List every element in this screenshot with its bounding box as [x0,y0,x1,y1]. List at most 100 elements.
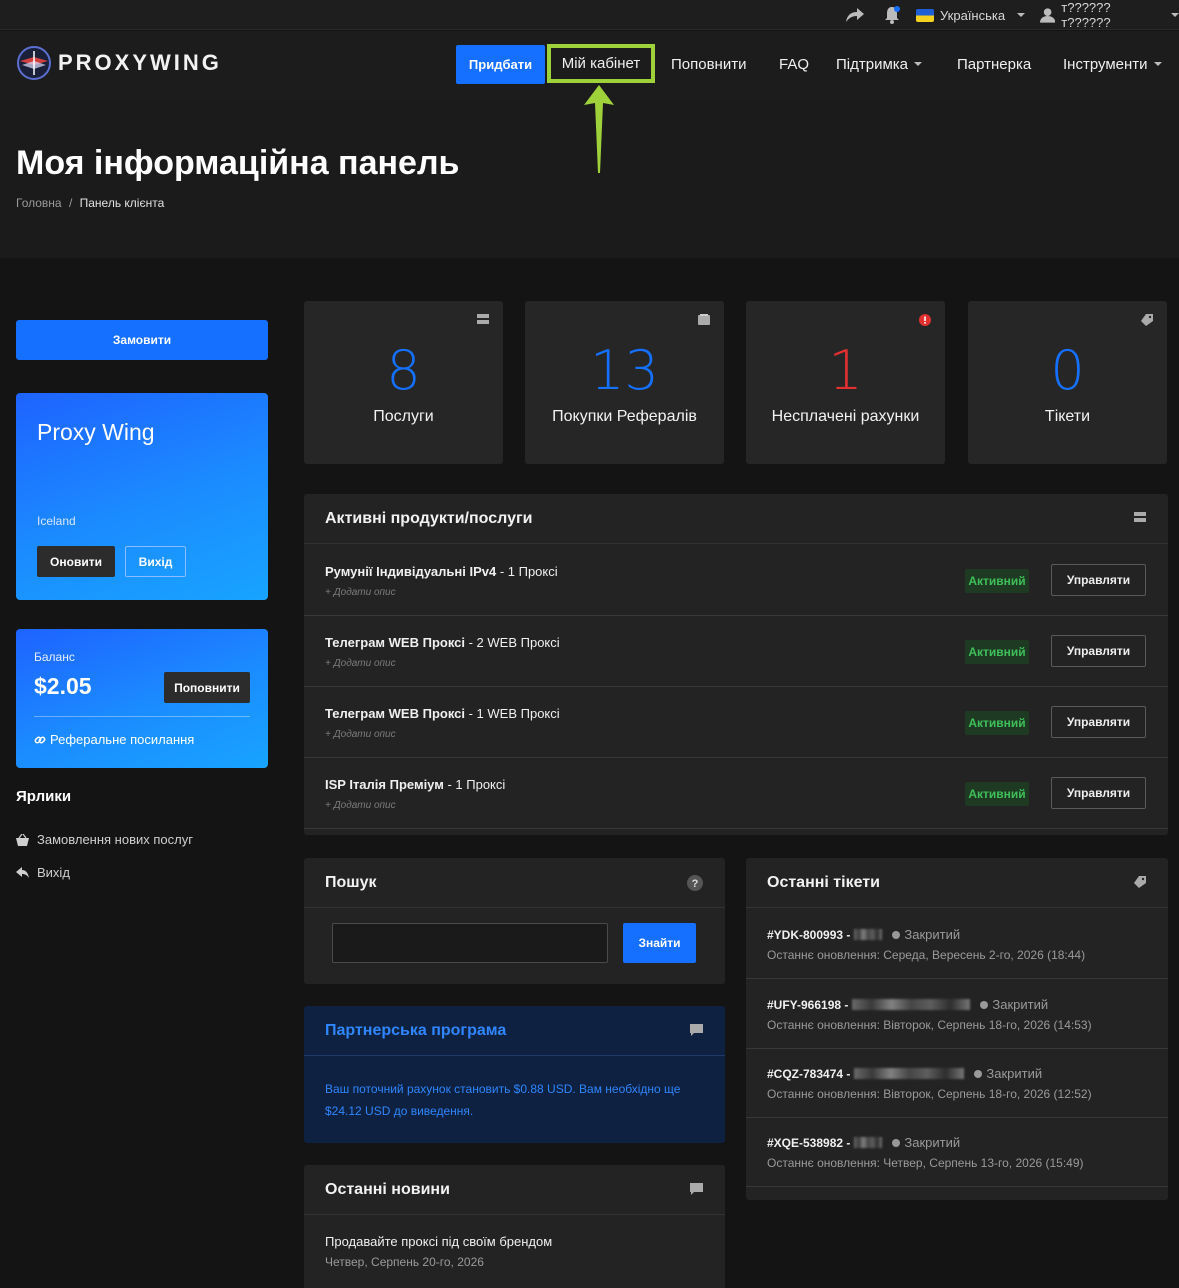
stat-label: Послуги [373,408,434,425]
add-description-link[interactable]: + Додати опис [325,800,396,811]
stat-tickets[interactable]: 0 Тікети [968,301,1167,464]
manage-button[interactable]: Управляти [1051,635,1146,667]
logout-button[interactable]: Вихід [125,546,186,577]
nav-my-cabinet[interactable]: Мій кабінет [547,44,655,83]
stat-services[interactable]: 8 Послуги [304,301,503,464]
ticket-status: Закритий [904,927,961,942]
ticket-id: #CQZ-783474 - [767,1066,851,1081]
breadcrumb-separator: / [68,196,73,210]
stat-value: 0 [1050,339,1085,402]
ukraine-flag-icon [916,8,934,22]
svg-text:?: ? [692,878,699,890]
comment-icon [690,1024,703,1036]
ticket-id: #XQE-538982 - [767,1135,851,1150]
nav-topup[interactable]: Поповнити [671,45,746,83]
buy-button[interactable]: Придбати [456,45,545,84]
nav-partner[interactable]: Партнерка [957,45,1031,83]
language-selector[interactable]: Українська [916,5,1026,25]
nav-faq[interactable]: FAQ [779,45,809,83]
server-icon [1134,512,1146,522]
breadcrumb-current: Панель клієнта [79,196,165,210]
balance-label: Баланс [34,650,75,664]
panel-header: Пошук ? [304,858,725,908]
topup-button[interactable]: Поповнити [164,672,250,703]
basket-icon [16,833,29,846]
ticket-updated: Останнє оновлення: Четвер, Серпень 13-го… [767,1156,1084,1170]
active-services-panel: Активні продукти/послуги Румунії Індивід… [304,494,1168,835]
manage-button[interactable]: Управляти [1051,777,1146,809]
status-badge: Активний [965,782,1029,806]
status-dot-icon [892,930,901,939]
panel-title: Партнерська програма [325,1022,507,1039]
shortcuts-title: Ярлики [16,788,72,805]
nav-support[interactable]: Підтримка [836,45,923,83]
notifications-bell-icon[interactable] [884,5,900,25]
ticket-row[interactable]: #XQE-538982 - Закритий Останнє оновлення… [746,1117,1168,1187]
ticket-id: #UFY-966198 - [767,997,849,1012]
chevron-down-icon [914,62,923,66]
panel-header: Останні новини [304,1165,725,1215]
nav-tools-label: Інструменти [1063,55,1148,73]
ticket-row[interactable]: #UFY-966198 - Закритий Останнє оновлення… [746,979,1168,1049]
add-description-link[interactable]: + Додати опис [325,587,396,598]
user-icon [1040,8,1056,23]
stat-referral-purchases[interactable]: 13 Покупки Рефералів [525,301,724,464]
status-dot-icon [974,1069,983,1078]
tag-icon [1134,876,1146,888]
service-title[interactable]: ISP Італія Преміум - 1 Проксі [325,777,505,792]
shortcut-label: Замовлення нових послуг [37,832,193,847]
panel-header: Останні тікети [746,858,1168,908]
balance-amount: $2.05 [34,673,92,699]
shortcut-order-services[interactable]: Замовлення нових послуг [16,832,193,847]
redacted-subject [854,1137,883,1148]
news-title[interactable]: Продавайте проксі під своїм брендом [325,1234,552,1249]
manage-button[interactable]: Управляти [1051,564,1146,596]
partner-program-panel: Партнерська програма Ваш поточний рахуно… [304,1006,725,1143]
balance-card: Баланс $2.05 Поповнити Реферальне посила… [16,629,268,768]
chevron-down-icon [1153,62,1162,66]
update-profile-button[interactable]: Оновити [37,546,115,577]
stat-value: 8 [386,339,421,402]
service-row: Телеграм WEB Проксі - 2 WEB Проксі + Дод… [304,616,1168,687]
search-button[interactable]: Знайти [623,923,696,963]
ticket-row[interactable]: #CQZ-783474 - Закритий Останнє оновлення… [746,1048,1168,1118]
redacted-subject [854,1068,965,1079]
add-description-link[interactable]: + Додати опис [325,729,396,740]
news-panel: Останні новини Продавайте проксі під сво… [304,1165,725,1288]
stat-value: 1 [828,339,863,402]
chevron-down-icon [1171,13,1179,17]
add-description-link[interactable]: + Додати опис [325,658,396,669]
logo[interactable]: PROXYWING [16,45,222,81]
service-title[interactable]: Румунії Індивідуальні IPv4 - 1 Проксі [325,564,558,579]
page-title: Моя інформаційна панель [16,144,460,182]
status-badge: Активний [965,640,1029,664]
order-button[interactable]: Замовити [16,320,268,360]
service-row: Румунії Індивідуальні IPv4 - 1 Проксі + … [304,545,1168,616]
stat-unpaid-invoices[interactable]: 1 Несплачені рахунки [746,301,945,464]
redacted-subject [852,999,971,1010]
logo-icon [17,46,51,80]
status-dot-icon [892,1138,901,1147]
service-title[interactable]: Телеграм WEB Проксі - 2 WEB Проксі [325,635,560,650]
link-icon [34,736,46,743]
server-icon [477,314,489,324]
alert-icon [919,314,931,326]
manage-button[interactable]: Управляти [1051,706,1146,738]
panel-title: Останні новини [325,1181,450,1198]
share-icon[interactable] [846,5,864,25]
shortcut-logout[interactable]: Вихід [16,865,70,880]
breadcrumb-home[interactable]: Головна [16,196,62,210]
comment-icon [690,1183,703,1195]
nav-tools[interactable]: Інструменти [1063,45,1162,83]
ticket-row[interactable]: #YDK-800993 - Закритий Останнє оновлення… [746,909,1168,979]
status-badge: Активний [965,569,1029,593]
user-menu[interactable]: т?????? т?????? [1040,0,1179,30]
search-input[interactable] [332,923,608,963]
breadcrumb: Головна / Панель клієнта [16,196,164,210]
service-title[interactable]: Телеграм WEB Проксі - 1 WEB Проксі [325,706,560,721]
referral-link[interactable]: Реферальне посилання [34,732,194,747]
profile-card: Proxy Wing Iceland Оновити Вихід [16,393,268,600]
nav-support-label: Підтримка [836,55,909,73]
panel-header: Активні продукти/послуги [304,494,1168,544]
profile-name: Proxy Wing [37,419,155,445]
